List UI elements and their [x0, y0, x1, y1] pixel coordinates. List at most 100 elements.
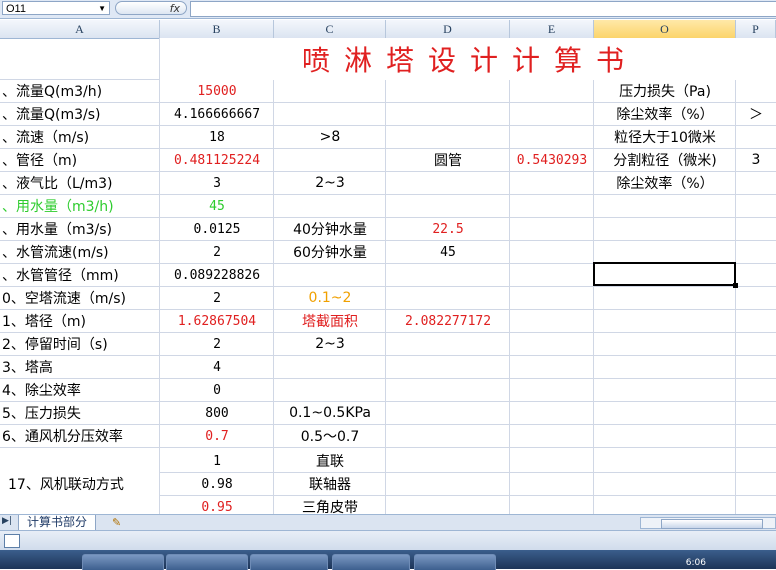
cell-d[interactable] — [386, 264, 510, 286]
cell-c[interactable]: 塔截面积 — [274, 310, 386, 332]
horizontal-scrollbar[interactable] — [640, 517, 776, 529]
column-header-a[interactable]: A — [0, 20, 160, 38]
cell-a[interactable]: 、液气比（L/m3) — [0, 172, 162, 194]
cell-b[interactable]: 0.98 — [160, 473, 274, 495]
cell-c[interactable] — [274, 80, 386, 102]
cell-o[interactable]: 除尘效率（%） — [594, 103, 736, 125]
cell-p[interactable]: ＞ — [736, 103, 776, 125]
chevron-down-icon[interactable]: ▼ — [98, 2, 106, 16]
cell-o[interactable] — [594, 425, 736, 447]
taskbar-button[interactable] — [414, 554, 496, 570]
cell-e[interactable] — [510, 425, 594, 447]
taskbar-button[interactable] — [332, 554, 410, 570]
cell-a[interactable]: 5、压力损失 — [0, 402, 162, 424]
cell-d[interactable]: 圆管 — [386, 149, 510, 171]
cell-d[interactable]: 22.5 — [386, 218, 510, 240]
cell-c[interactable]: >8 — [274, 126, 386, 148]
cell-p[interactable] — [736, 264, 776, 286]
cell-c[interactable] — [274, 356, 386, 378]
active-cell-o11[interactable] — [593, 262, 738, 288]
sheet-title[interactable]: 喷淋塔设计计算书 — [160, 38, 776, 80]
column-header-p[interactable]: P — [736, 20, 776, 38]
cell-b[interactable]: 0.481125224 — [160, 149, 274, 171]
cell-e[interactable]: 0.5430293 — [510, 149, 594, 171]
cell-b[interactable]: 0.95 — [160, 496, 274, 515]
cell-o[interactable] — [594, 218, 736, 240]
cell-o[interactable] — [594, 356, 736, 378]
cell-o[interactable]: 压力损失（Pa) — [594, 80, 736, 102]
cell-c[interactable]: 0.1~0.5KPa — [274, 402, 386, 424]
cell-o[interactable] — [594, 241, 736, 263]
cell-d[interactable] — [386, 195, 510, 217]
cell-d[interactable] — [386, 356, 510, 378]
cell-b[interactable]: 45 — [160, 195, 274, 217]
cell-b[interactable]: 4.166666667 — [160, 103, 274, 125]
cell-a[interactable]: 1、塔径（m) — [0, 310, 162, 332]
cell-c[interactable]: 2~3 — [274, 172, 386, 194]
cell-p[interactable] — [736, 218, 776, 240]
cell-e[interactable] — [510, 172, 594, 194]
cell-c[interactable]: 直联 — [274, 450, 386, 472]
cell-d[interactable] — [386, 402, 510, 424]
column-header-e[interactable]: E — [510, 20, 594, 38]
cell-c[interactable] — [274, 195, 386, 217]
formula-input[interactable] — [190, 1, 776, 17]
cell-a[interactable]: 0、空塔流速（m/s) — [0, 287, 162, 309]
cell-d[interactable] — [386, 287, 510, 309]
sheet-tab-active[interactable]: 计算书部分 — [18, 515, 97, 531]
cell-e[interactable] — [510, 310, 594, 332]
cell-p[interactable] — [736, 379, 776, 401]
cell-b[interactable]: 0.7 — [160, 425, 274, 447]
cell-b[interactable]: 18 — [160, 126, 274, 148]
cell-p[interactable] — [736, 356, 776, 378]
cell-p[interactable] — [736, 241, 776, 263]
cell-p[interactable] — [736, 80, 776, 102]
cell-c[interactable] — [274, 264, 386, 286]
cell-e[interactable] — [510, 241, 594, 263]
scroll-thumb[interactable] — [661, 519, 763, 529]
cell-p[interactable] — [736, 310, 776, 332]
cell-e[interactable] — [510, 264, 594, 286]
cell-p[interactable] — [736, 195, 776, 217]
cell-b[interactable]: 800 — [160, 402, 274, 424]
cell-c[interactable]: 2~3 — [274, 333, 386, 355]
cell-o[interactable]: 粒径大于10微米 — [594, 126, 736, 148]
cell-c[interactable] — [274, 149, 386, 171]
cell-c[interactable]: 60分钟水量 — [274, 241, 386, 263]
cell-b[interactable]: 1.62867504 — [160, 310, 274, 332]
cell-p[interactable] — [736, 172, 776, 194]
cell-a[interactable]: 、流量Q(m3/h) — [0, 80, 162, 102]
taskbar-button[interactable] — [250, 554, 328, 570]
cell-o[interactable] — [594, 310, 736, 332]
tab-scroll-icon[interactable]: ▶| — [2, 516, 12, 526]
column-header-d[interactable]: D — [386, 20, 510, 38]
fan-drive-label[interactable]: 17、风机联动方式 — [0, 450, 159, 514]
cell-b[interactable]: 0.089228826 — [160, 264, 274, 286]
cell-a[interactable]: 3、塔高 — [0, 356, 162, 378]
cell-b[interactable]: 2 — [160, 287, 274, 309]
cell-e[interactable] — [510, 195, 594, 217]
cell-c[interactable] — [274, 103, 386, 125]
cell-b[interactable]: 2 — [160, 241, 274, 263]
cell-p[interactable] — [736, 287, 776, 309]
cell-p[interactable] — [736, 425, 776, 447]
macro-record-icon[interactable] — [4, 534, 20, 548]
column-header-b[interactable]: B — [160, 20, 274, 38]
cell-b[interactable]: 4 — [160, 356, 274, 378]
cell-o[interactable]: 分割粒径（微米) — [594, 149, 736, 171]
cell-p[interactable] — [736, 126, 776, 148]
cell-o[interactable]: 除尘效率（%） — [594, 172, 736, 194]
cell-p[interactable] — [736, 333, 776, 355]
cell-b[interactable]: 0.0125 — [160, 218, 274, 240]
cell-e[interactable] — [510, 80, 594, 102]
cell-o[interactable] — [594, 333, 736, 355]
cell-b[interactable]: 3 — [160, 172, 274, 194]
new-sheet-icon[interactable]: ✎ — [112, 516, 121, 529]
cell-c[interactable]: 联轴器 — [274, 473, 386, 495]
cell-c[interactable]: 0.5～0.7 — [274, 425, 386, 447]
cell-o[interactable] — [594, 402, 736, 424]
cell-b[interactable]: 2 — [160, 333, 274, 355]
cell-d[interactable] — [386, 172, 510, 194]
cell-a[interactable]: 、流量Q(m3/s) — [0, 103, 162, 125]
taskbar-button[interactable] — [82, 554, 164, 570]
